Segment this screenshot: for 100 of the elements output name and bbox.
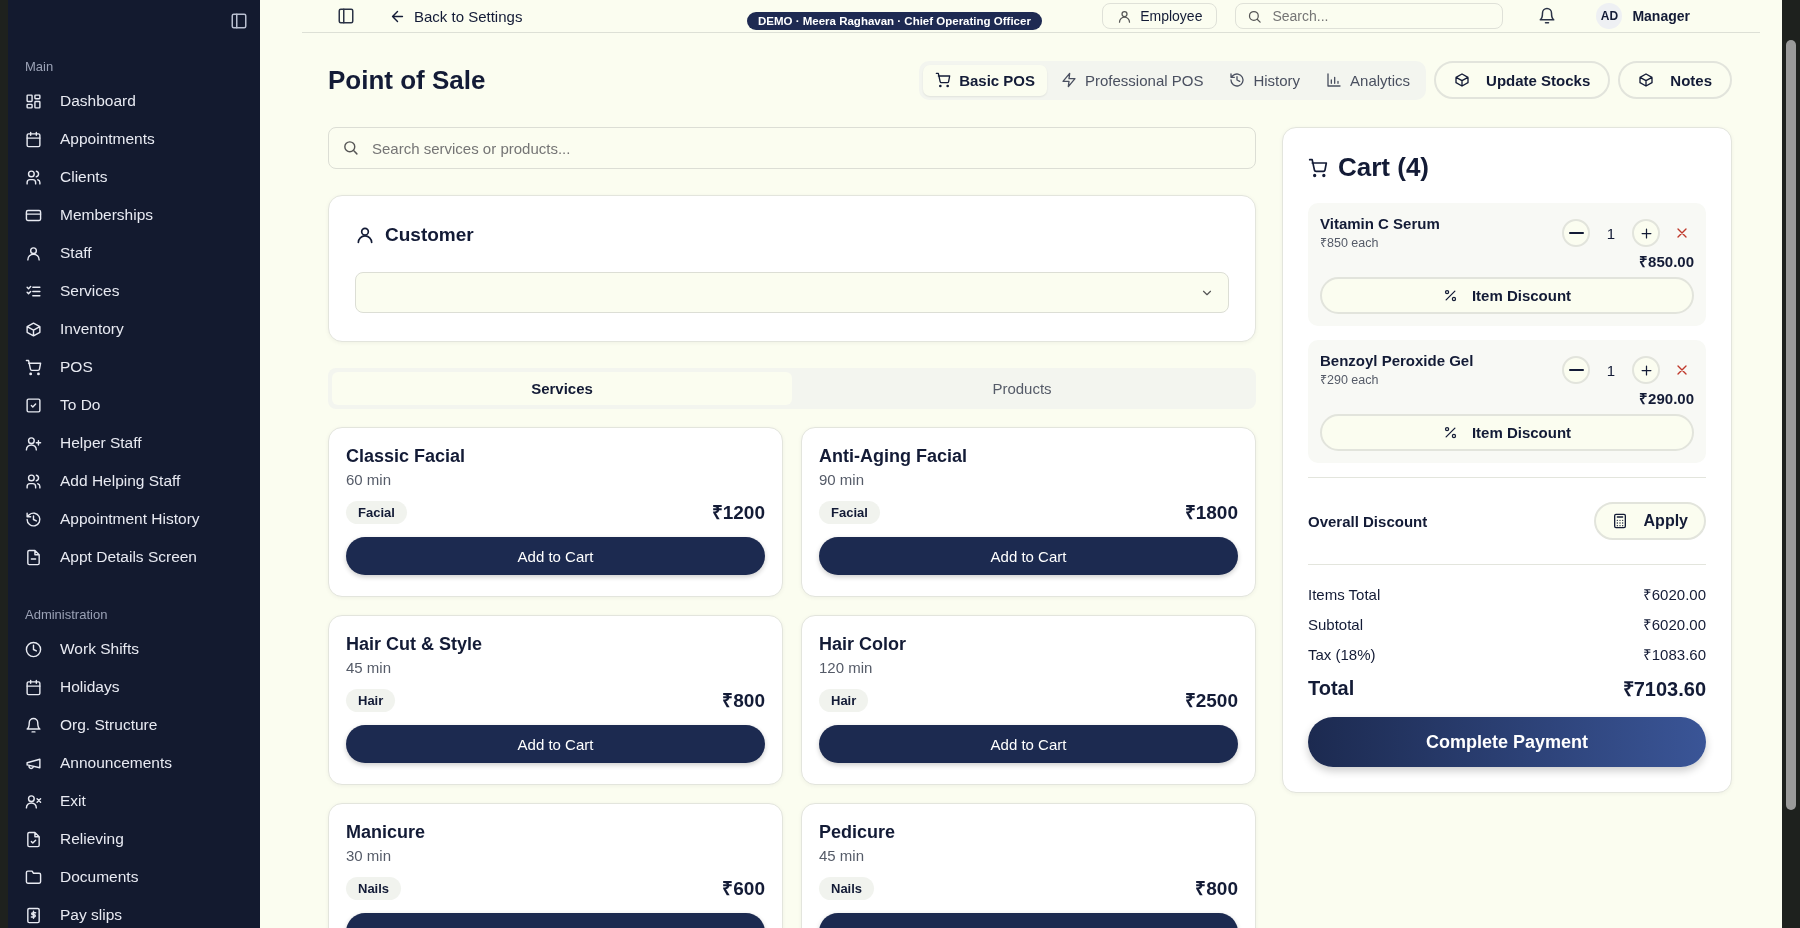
service-name: Hair Color bbox=[819, 634, 907, 655]
sidebar-item[interactable]: Inventory bbox=[25, 310, 260, 348]
view-tab[interactable]: Basic POS bbox=[923, 64, 1047, 96]
sidebar-item[interactable]: Dashboard bbox=[25, 82, 260, 120]
action-button[interactable]: Notes bbox=[1618, 61, 1732, 99]
item-discount-button[interactable]: Item Discount bbox=[1320, 277, 1694, 314]
unit-price: ₹850 each bbox=[1320, 235, 1380, 251]
category-tag: Nails bbox=[346, 876, 402, 900]
discount-label: Overall Discount bbox=[1308, 512, 1428, 530]
service-price: ₹2500 bbox=[1184, 689, 1238, 713]
sidebar-item[interactable]: To Do bbox=[25, 386, 260, 424]
cart-title: Cart (4) bbox=[1338, 152, 1429, 183]
increase-button[interactable] bbox=[1632, 356, 1660, 384]
sidebar-item[interactable]: Appt Details Screen bbox=[25, 538, 260, 576]
view-tab[interactable]: Professional POS bbox=[1049, 64, 1216, 96]
add-to-cart-button[interactable]: Add to Cart bbox=[819, 725, 1238, 763]
view-tab[interactable]: History bbox=[1217, 64, 1313, 96]
demo-badge: DEMO · Meera Raghavan · Chief Operating Officer bbox=[747, 12, 1042, 30]
line-total: ₹850.00 bbox=[1638, 252, 1694, 271]
page-title: Point of Sale bbox=[328, 64, 487, 96]
user-role: Manager bbox=[1632, 8, 1690, 24]
total-label: Total bbox=[1308, 676, 1355, 700]
catalog-tab[interactable]: Products bbox=[792, 372, 1252, 405]
panel-toggle-button[interactable] bbox=[337, 7, 355, 25]
search-field[interactable]: Search... bbox=[1235, 3, 1504, 29]
item-name: Benzoyl Peroxide Gel bbox=[1320, 352, 1474, 369]
complete-payment-button[interactable]: Complete Payment bbox=[1308, 717, 1706, 767]
sidebar-item[interactable]: Memberships bbox=[25, 196, 260, 234]
service-duration: 45 min bbox=[346, 659, 393, 676]
box-icon bbox=[25, 320, 42, 338]
sidebar-item[interactable]: Org. Structure bbox=[25, 706, 260, 744]
cart-icon bbox=[935, 72, 952, 88]
sidebar-item[interactable]: POS bbox=[25, 348, 260, 386]
category-tag: Facial bbox=[346, 500, 407, 524]
service-name: Pedicure bbox=[819, 822, 897, 843]
sidebar-item[interactable]: Announcements bbox=[25, 744, 260, 782]
plus-icon bbox=[1638, 225, 1654, 241]
percent-icon bbox=[1442, 425, 1458, 440]
sidebar-item[interactable]: Pay slips bbox=[25, 896, 260, 928]
service-duration: 30 min bbox=[346, 847, 393, 864]
increase-button[interactable] bbox=[1632, 219, 1660, 247]
sidebar-item[interactable]: Work Shifts bbox=[25, 630, 260, 668]
back-link[interactable]: Back to Settings bbox=[389, 7, 523, 25]
summary-label: Items Total bbox=[1308, 585, 1381, 603]
users-icon bbox=[25, 472, 42, 490]
notification-button[interactable] bbox=[1538, 7, 1557, 25]
service-price: ₹600 bbox=[722, 877, 765, 901]
minus-icon bbox=[1568, 231, 1584, 235]
calculator-icon bbox=[1611, 513, 1628, 529]
panel-icon bbox=[230, 12, 248, 30]
sidebar-item[interactable]: Documents bbox=[25, 858, 260, 896]
summary-value: ₹6020.00 bbox=[1642, 585, 1706, 604]
card-title: Customer bbox=[385, 224, 474, 246]
item-discount-button[interactable]: Item Discount bbox=[1320, 414, 1694, 451]
quantity: 1 bbox=[1605, 224, 1617, 242]
sidebar-item[interactable]: Appointment History bbox=[25, 500, 260, 538]
users-icon bbox=[25, 168, 42, 186]
summary-label: Tax (18%) bbox=[1308, 645, 1376, 663]
grid-icon bbox=[25, 92, 42, 110]
user-icon bbox=[25, 244, 42, 262]
search-field[interactable]: Search services or products... bbox=[328, 127, 1256, 169]
sidebar-item[interactable]: Relieving bbox=[25, 820, 260, 858]
add-to-cart-button[interactable]: Add to Cart bbox=[346, 725, 765, 763]
summary-value: ₹6020.00 bbox=[1642, 615, 1706, 634]
history-icon bbox=[1229, 72, 1246, 88]
decrease-button[interactable] bbox=[1562, 356, 1590, 384]
sidebar-item[interactable]: Add Helping Staff bbox=[25, 462, 260, 500]
scrollbar[interactable] bbox=[1782, 0, 1800, 928]
avatar[interactable]: AD bbox=[1596, 3, 1623, 29]
employee-button[interactable]: Employee bbox=[1102, 3, 1218, 29]
checkbox-icon bbox=[25, 396, 42, 414]
apply-button[interactable]: Apply bbox=[1593, 502, 1706, 540]
service-name: Classic Facial bbox=[346, 446, 467, 467]
service-name: Hair Cut & Style bbox=[346, 634, 484, 655]
user-icon bbox=[1117, 8, 1133, 24]
box-icon bbox=[1454, 72, 1471, 88]
catalog-tab[interactable]: Services bbox=[332, 372, 792, 405]
add-to-cart-button[interactable]: Add to Cart bbox=[346, 537, 765, 575]
sidebar-item[interactable]: Helper Staff bbox=[25, 424, 260, 462]
decrease-button[interactable] bbox=[1562, 219, 1590, 247]
sidebar-item[interactable]: Appointments bbox=[25, 120, 260, 158]
add-to-cart-button[interactable]: Add to Cart bbox=[819, 537, 1238, 575]
sidebar-item[interactable]: Holidays bbox=[25, 668, 260, 706]
action-button[interactable]: Update Stocks bbox=[1434, 61, 1611, 99]
service-price: ₹800 bbox=[722, 689, 765, 713]
service-duration: 90 min bbox=[819, 471, 866, 488]
document-icon bbox=[25, 548, 42, 566]
user-plus-icon bbox=[25, 434, 42, 452]
service-duration: 120 min bbox=[819, 659, 874, 676]
cart-icon bbox=[25, 358, 42, 376]
calendar-icon bbox=[25, 130, 42, 148]
sidebar-item[interactable]: Services bbox=[25, 272, 260, 310]
sidebar-item[interactable]: Exit bbox=[25, 782, 260, 820]
bell-icon bbox=[25, 716, 42, 734]
service-name: Manicure bbox=[346, 822, 427, 843]
view-tab[interactable]: Analytics bbox=[1314, 64, 1423, 96]
bell-icon bbox=[1538, 7, 1557, 25]
section-heading: Main bbox=[25, 58, 55, 76]
sidebar-item[interactable]: Staff bbox=[25, 234, 260, 272]
sidebar-item[interactable]: Clients bbox=[25, 158, 260, 196]
